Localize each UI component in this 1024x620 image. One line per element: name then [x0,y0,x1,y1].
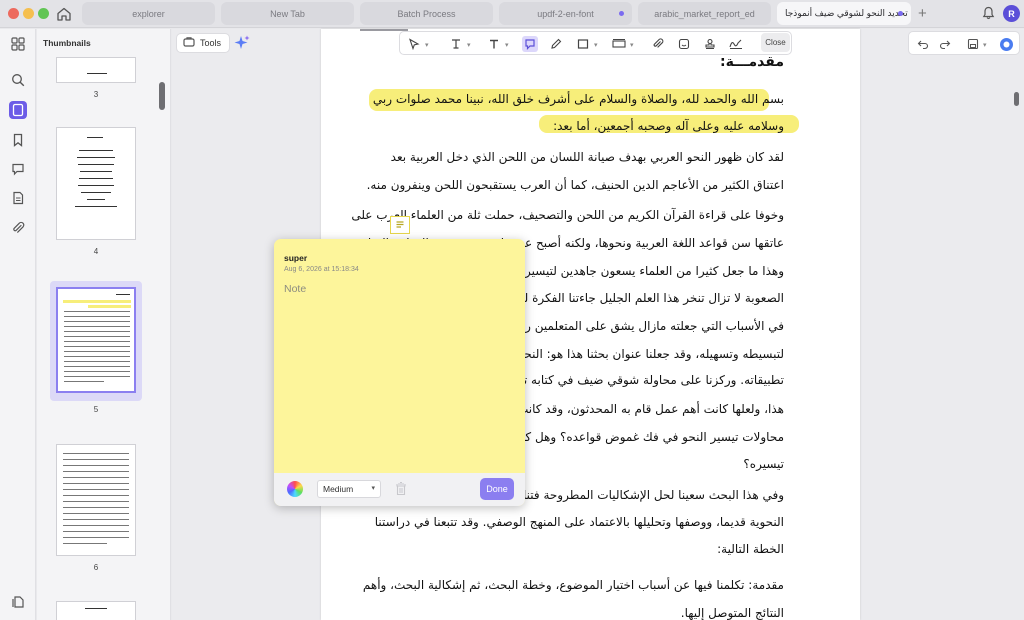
note-footer: Medium ▾ Done [274,473,525,506]
thumbnail-page-7[interactable] [56,601,136,620]
tab-label: Batch Process [397,8,456,19]
tab-explorer[interactable]: explorer [82,2,215,25]
tab-arabic-market-report[interactable]: arabic_market_report_ed [638,2,771,25]
select-arrow-icon[interactable] [406,36,422,52]
tools-icon [183,36,195,50]
doc-line: لقد كان ظهور النحو العربي بهدف صيانة الل… [390,150,784,164]
attachment-icon[interactable] [9,219,27,237]
chevron-down-icon[interactable]: ▾ [467,41,471,49]
stamp-icon[interactable] [702,36,718,52]
doc-line: اعتناق الكثير من الأعاجم الدين الحنيف، ك… [366,178,784,192]
chevron-down-icon: ▾ [371,485,375,492]
thumbnail-page-5[interactable] [56,287,136,393]
page-number: 5 [93,405,99,414]
tools-label: Tools [200,38,222,48]
thumbnail-page-6[interactable] [56,444,136,556]
tab-current-document[interactable]: تحديد النحو لشوقي ضيف أنموذجا [777,2,911,25]
doc-line: النحوية قديما، ووصفها وتحليلها بالاعتماد… [374,515,784,529]
tab-label: arabic_market_report_ed [654,8,755,19]
note-anchor-icon[interactable] [390,216,410,234]
note-input[interactable]: Note [284,283,306,295]
save-icon[interactable] [965,36,981,52]
text-cursor-icon[interactable] [448,36,464,52]
close-window-button[interactable] [8,8,19,19]
chevron-down-icon[interactable]: ▾ [505,41,509,49]
size-select-value: Medium [323,484,354,494]
bookmark-icon[interactable] [9,131,27,149]
avatar[interactable]: R [1003,5,1020,22]
chevron-down-icon[interactable]: ▾ [425,41,429,49]
chevron-down-icon[interactable]: ▾ [630,41,634,49]
size-select[interactable]: Medium ▾ [317,480,381,498]
page-number: 4 [93,247,99,256]
bell-icon[interactable] [982,6,995,25]
doc-heading: مقدمـــة: [720,54,784,70]
delete-icon[interactable] [394,481,408,502]
tab-new-tab[interactable]: New Tab [221,2,354,25]
home-icon[interactable] [55,5,73,23]
doc-line: وسلامه عليه وعلى آله وصحبه أجمعين، أما ب… [553,119,784,133]
tab-batch-process[interactable]: Batch Process [360,2,493,25]
tab-label: updf-2-en-font [537,8,594,19]
sparkle-icon[interactable] [233,34,251,57]
tab-bar: explorer New Tab Batch Process updf-2-en… [0,0,1024,28]
redo-icon[interactable] [937,36,953,52]
unsaved-dot [898,11,903,16]
text-icon[interactable] [486,36,502,52]
account-icon[interactable] [998,36,1014,52]
signature-icon[interactable] [728,36,744,52]
tab-label: New Tab [270,8,305,19]
doc-line: بسم الله والحمد لله، والصلاة والسلام على… [372,92,784,106]
note-author: super [284,253,308,263]
color-picker-icon[interactable] [287,481,303,497]
done-button[interactable]: Done [480,478,514,500]
plus-icon[interactable]: + [918,5,927,22]
page-icon[interactable] [9,189,27,207]
thumbnail-page-3[interactable] [56,57,136,83]
rectangle-icon[interactable] [575,36,591,52]
page-number: 6 [93,563,99,572]
thumbnails-title: Thumbnails [43,38,91,48]
textfield-icon[interactable] [611,36,627,52]
right-toolbar: ▾ [908,31,1020,55]
doc-line: الخطة التالية: [717,542,784,556]
undo-icon[interactable] [915,36,931,52]
sticker-icon[interactable] [676,36,692,52]
annotation-toolbar: ▾ ▾ ▾ ▾ ▾ [399,31,792,55]
tools-button[interactable]: Tools [176,33,231,53]
maximize-window-button[interactable] [38,8,49,19]
page-number: 3 [93,90,99,99]
close-button[interactable]: Close [761,33,790,52]
tab-updf-2-en-font[interactable]: updf-2-en-font [499,2,632,25]
minimize-window-button[interactable] [23,8,34,19]
main-scrollbar[interactable] [1014,92,1019,106]
note-date: Aug 6, 2026 at 15:18:34 [284,266,359,273]
chevron-down-icon[interactable]: ▾ [983,41,987,49]
sticky-note-popup: super Aug 6, 2026 at 15:18:34 Note Mediu… [274,239,525,506]
tab-label: explorer [132,8,165,19]
tab-label: تحديد النحو لشوقي ضيف أنموذجا [785,8,908,18]
note-icon[interactable] [522,36,538,52]
thumbnails-icon[interactable] [9,101,27,119]
doc-line: وخوفا على قراءة القرآن الكريم من اللحن و… [351,208,784,222]
chevron-down-icon[interactable]: ▾ [594,41,598,49]
pencil-icon[interactable] [548,36,564,52]
layers-icon[interactable] [9,593,27,611]
paperclip-icon[interactable] [650,36,666,52]
doc-line: مقدمة: تكلمنا فيها عن أسباب اختيار الموض… [362,578,784,592]
doc-line: تيسيره؟ [743,457,784,471]
left-rail [0,29,36,620]
unsaved-dot [619,11,624,16]
search-icon[interactable] [9,71,27,89]
thumbnail-page-4[interactable] [56,127,136,240]
thumbnails-scrollbar[interactable] [159,82,165,110]
thumbnails-panel: Thumbnails 3 4 5 6 [37,29,171,620]
comment-icon[interactable] [9,160,27,178]
doc-line: النتائج المتوصل إليها. [680,606,784,620]
grid-icon[interactable] [9,35,27,53]
